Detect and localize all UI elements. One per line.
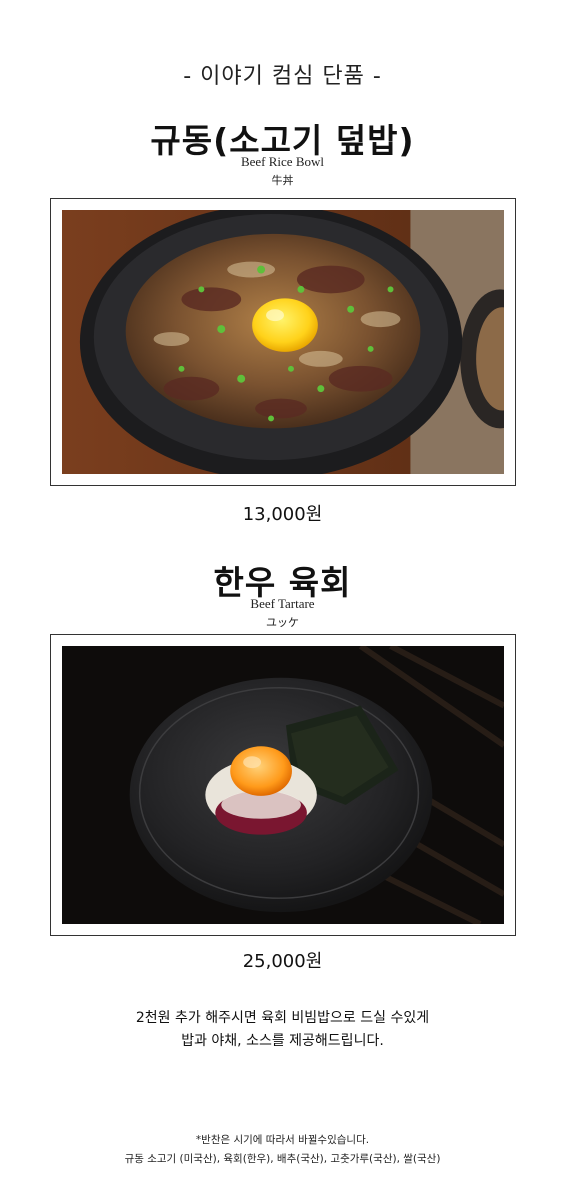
section-title: - 이야기 컴심 단품 - xyxy=(183,64,382,89)
menu-page: - 이야기 컴심 단품 - 규동(소고기 덮밥) Beef Rice Bowl … xyxy=(0,0,565,1200)
rice-bowl-option-note-line-2: 밥과 야채, 소스를 제공해드립니다. xyxy=(181,1033,384,1049)
dish-1-english-name: Beef Rice Bowl xyxy=(240,154,325,169)
dish-1-price: 13,000원 xyxy=(242,504,323,525)
side-dish-notice: *반찬은 시기에 따라서 바뀔수있습니다. xyxy=(195,1134,370,1146)
origin-notice: 규동 소고기 (미국산), 육회(한우), 배추(국산), 고춧가루(국산), … xyxy=(124,1153,441,1165)
dish-2-japanese-name: ユッケ xyxy=(266,616,299,629)
dish-1-japanese-name: 牛丼 xyxy=(271,174,294,187)
dish-2-price: 25,000원 xyxy=(242,951,323,972)
dish-1-photo-frame xyxy=(50,198,516,486)
dish-2-photo-frame xyxy=(50,634,516,936)
beef-rice-bowl-photo xyxy=(62,210,504,474)
beef-tartare-photo xyxy=(62,646,504,924)
rice-bowl-option-note-line-1: 2천원 추가 해주시면 육회 비빔밥으로 드실 수있게 xyxy=(135,1010,430,1026)
dish-2-english-name: Beef Tartare xyxy=(250,596,315,611)
